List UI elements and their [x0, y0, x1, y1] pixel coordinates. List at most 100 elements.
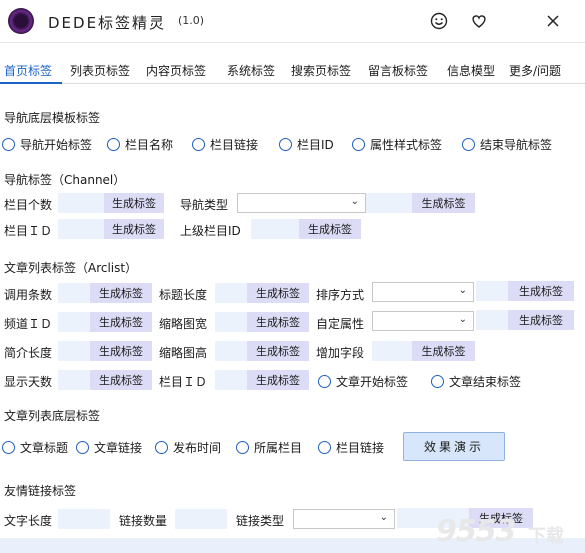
select-link-type[interactable]: ⌄	[293, 509, 395, 529]
input-channel-id[interactable]	[58, 312, 90, 332]
section-title-friend-link: 友情链接标签	[4, 484, 77, 498]
radio-cat-link-bottom[interactable]: 栏目链接	[318, 439, 384, 456]
tab-guestbook[interactable]: 留言板标签	[368, 62, 428, 79]
radio-circle	[2, 441, 15, 454]
radio-cat-id[interactable]: 栏目ID	[279, 136, 334, 153]
gen-button-parent-id[interactable]: 生成标签	[299, 219, 361, 239]
input-parent-id[interactable]	[251, 219, 299, 239]
active-tab-indicator	[0, 82, 62, 84]
radio-article-start[interactable]: 文章开始标签	[318, 373, 408, 390]
input-title-len[interactable]	[215, 283, 247, 303]
label-arclist-cat-id: 栏目ＩＤ	[159, 375, 208, 389]
radio-circle	[352, 138, 365, 151]
radio-circle	[76, 441, 89, 454]
radio-circle	[155, 441, 168, 454]
radio-belong-cat[interactable]: 所属栏目	[236, 439, 302, 456]
radio-nav-end[interactable]: 结束导航标签	[462, 136, 552, 153]
radio-article-link[interactable]: 文章链接	[76, 439, 142, 456]
gen-button-custom-attr[interactable]: 生成标签	[508, 310, 574, 330]
tab-info-model[interactable]: 信息模型	[447, 62, 495, 79]
radio-circle	[318, 375, 331, 388]
chevron-down-icon: ⌄	[350, 196, 359, 207]
radio-circle	[107, 138, 120, 151]
section-title-channel: 导航标签（Channel）	[4, 173, 126, 187]
gen-button-thumb-w[interactable]: 生成标签	[247, 312, 309, 332]
gen-button-title-len[interactable]: 生成标签	[247, 283, 309, 303]
input-intro-len[interactable]	[58, 341, 90, 361]
label-thumb-h: 缩略图高	[159, 346, 208, 360]
label-parent-id: 上级栏目ID	[180, 224, 241, 238]
gen-button-show-days[interactable]: 生成标签	[90, 370, 152, 390]
section-title-nav-bottom: 导航底层模板标签	[4, 111, 101, 125]
input-cat-id[interactable]	[58, 219, 104, 239]
gen-button-cat-count[interactable]: 生成标签	[104, 193, 164, 213]
label-show-days: 显示天数	[4, 375, 53, 389]
section-title-list-bottom: 文章列表底层标签	[4, 409, 101, 423]
gen-button-add-field[interactable]: 生成标签	[412, 341, 475, 361]
radio-circle	[318, 441, 331, 454]
radio-circle	[431, 375, 444, 388]
label-title-len: 标题长度	[159, 288, 208, 302]
gen-button-sort[interactable]: 生成标签	[508, 281, 574, 301]
input-arclist-cat-id[interactable]	[215, 370, 247, 390]
radio-circle	[236, 441, 249, 454]
select-custom-attr[interactable]: ⌄	[372, 311, 474, 331]
label-add-field: 增加字段	[316, 346, 365, 360]
demo-button[interactable]: 效果演示	[403, 432, 505, 461]
label-cat-id: 栏目ＩＤ	[4, 224, 53, 238]
input-text-len[interactable]	[58, 509, 110, 529]
watermark-text: 下载	[528, 526, 564, 547]
section-title-arclist: 文章列表标签（Arclist）	[4, 261, 138, 275]
input-nav-type[interactable]	[366, 193, 412, 213]
radio-publish-time[interactable]: 发布时间	[155, 439, 221, 456]
input-sort[interactable]	[476, 281, 508, 301]
tab-home[interactable]: 首页标签	[4, 62, 52, 79]
input-add-field[interactable]	[372, 341, 412, 361]
title-bar: DEDE标签精灵 (1.0)	[0, 0, 585, 43]
gen-button-cat-id[interactable]: 生成标签	[104, 219, 164, 239]
tab-more[interactable]: 更多/问题	[509, 62, 561, 79]
tab-list[interactable]: 列表页标签	[70, 62, 130, 79]
tab-search[interactable]: 搜索页标签	[291, 62, 351, 79]
radio-attr-style[interactable]: 属性样式标签	[352, 136, 442, 153]
label-text-len: 文字长度	[4, 514, 53, 528]
chevron-down-icon: ⌄	[379, 512, 388, 523]
gen-button-channel-id[interactable]: 生成标签	[90, 312, 152, 332]
radio-circle	[2, 138, 15, 151]
label-link-type: 链接类型	[236, 514, 285, 528]
smiley-icon[interactable]	[427, 9, 451, 33]
gen-button-call-count[interactable]: 生成标签	[90, 283, 152, 303]
label-thumb-w: 缩略图宽	[159, 317, 208, 331]
input-custom-attr[interactable]	[476, 310, 508, 330]
input-link-count[interactable]	[175, 509, 227, 529]
tab-system[interactable]: 系统标签	[227, 62, 275, 79]
input-call-count[interactable]	[58, 283, 90, 303]
gen-button-intro-len[interactable]: 生成标签	[90, 341, 152, 361]
label-call-count: 调用条数	[4, 288, 53, 302]
input-show-days[interactable]	[58, 370, 90, 390]
gen-button-arclist-cat-id[interactable]: 生成标签	[247, 370, 309, 390]
tab-content[interactable]: 内容页标签	[146, 62, 206, 79]
radio-circle	[192, 138, 205, 151]
label-cat-count: 栏目个数	[4, 198, 53, 212]
tab-bar: 首页标签 列表页标签 内容页标签 系统标签 搜索页标签 留言板标签 信息模型 更…	[0, 55, 585, 84]
gen-button-thumb-h[interactable]: 生成标签	[247, 341, 309, 361]
label-intro-len: 简介长度	[4, 346, 53, 360]
label-custom-attr: 自定属性	[316, 317, 365, 331]
radio-nav-start[interactable]: 导航开始标签	[2, 136, 92, 153]
chevron-down-icon: ⌄	[458, 314, 467, 325]
input-thumb-h[interactable]	[215, 341, 247, 361]
gen-button-nav-type[interactable]: 生成标签	[412, 193, 475, 213]
select-sort[interactable]: ⌄	[372, 282, 474, 302]
radio-cat-link[interactable]: 栏目链接	[192, 136, 258, 153]
chevron-down-icon: ⌄	[458, 285, 467, 296]
app-title: DEDE标签精灵	[48, 14, 167, 32]
radio-article-title[interactable]: 文章标题	[2, 439, 68, 456]
radio-cat-name[interactable]: 栏目名称	[107, 136, 173, 153]
heart-icon[interactable]	[467, 9, 491, 33]
close-icon[interactable]	[541, 9, 565, 33]
select-nav-type[interactable]: ⌄	[237, 193, 366, 213]
input-cat-count[interactable]	[58, 193, 104, 213]
radio-article-end[interactable]: 文章结束标签	[431, 373, 521, 390]
input-thumb-w[interactable]	[215, 312, 247, 332]
